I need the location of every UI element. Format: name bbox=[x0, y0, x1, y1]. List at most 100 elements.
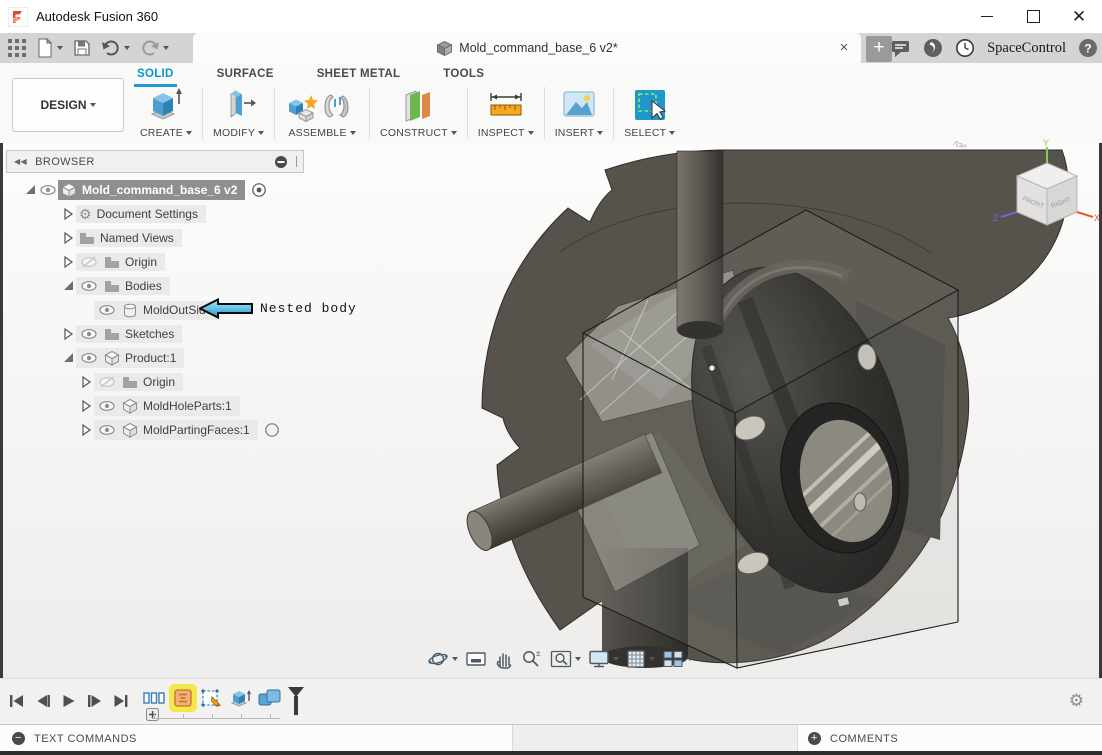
tree-item-label: MoldPartingFaces:1 bbox=[143, 423, 250, 437]
tree-row-moldholeparts-1[interactable]: MoldHoleParts:1 bbox=[6, 394, 304, 418]
circle-icon[interactable] bbox=[264, 422, 280, 438]
eye-icon[interactable] bbox=[79, 351, 99, 365]
tree-expanded-arrow-icon[interactable] bbox=[60, 351, 76, 365]
tree-row-product-1[interactable]: Product:1 bbox=[6, 346, 304, 370]
tree-row-bodies[interactable]: Bodies bbox=[6, 274, 304, 298]
eye-icon[interactable] bbox=[97, 399, 117, 413]
grid-layout-tool[interactable] bbox=[626, 649, 655, 669]
browser-panel-header[interactable]: ◀◀ BROWSER bbox=[6, 150, 304, 173]
svg-text:Y: Y bbox=[1043, 138, 1049, 148]
tree-expanded-arrow-icon[interactable] bbox=[22, 183, 38, 197]
tree-row-moldpartingfaces-1[interactable]: MoldPartingFaces:1 bbox=[6, 418, 304, 442]
pan-icon bbox=[494, 649, 514, 669]
svg-text:Z: Z bbox=[993, 213, 999, 223]
tree-item-label: Mold_command_base_6 v2 bbox=[82, 183, 238, 197]
svg-text:X: X bbox=[1094, 213, 1100, 223]
timeline-playhead-marker[interactable] bbox=[287, 686, 305, 716]
chevron-down-icon[interactable] bbox=[687, 657, 693, 661]
text-commands-label: TEXT COMMANDS bbox=[34, 732, 137, 745]
extrude-feature[interactable] bbox=[229, 686, 253, 710]
eye-off-icon[interactable] bbox=[97, 375, 117, 389]
zoom-icon: ± bbox=[521, 649, 543, 669]
panel-resize-grip[interactable] bbox=[296, 156, 297, 167]
eye-icon[interactable] bbox=[97, 303, 117, 317]
tree-collapsed-arrow-icon[interactable] bbox=[60, 207, 76, 221]
folder-icon bbox=[104, 328, 120, 341]
combine-feature[interactable] bbox=[258, 686, 282, 710]
extrude-feature-icon bbox=[229, 688, 253, 708]
minus-circle-icon[interactable] bbox=[274, 155, 288, 169]
viewports-icon bbox=[662, 649, 684, 669]
tree-row-document-settings[interactable]: ⚙ Document Settings bbox=[6, 202, 304, 226]
eye-off-icon[interactable] bbox=[79, 255, 99, 269]
annotation-text: Nested body bbox=[260, 301, 357, 316]
svg-text:±: ± bbox=[536, 649, 541, 658]
tree-item-label: Product:1 bbox=[125, 351, 177, 365]
nested-body-annotation: Nested body bbox=[199, 298, 357, 319]
component-icon bbox=[122, 398, 138, 414]
chevron-down-icon[interactable] bbox=[575, 657, 581, 661]
combine-feature-icon bbox=[257, 688, 283, 708]
component-icon bbox=[122, 422, 138, 438]
document-icon bbox=[61, 182, 77, 198]
eye-icon[interactable] bbox=[97, 423, 117, 437]
tree-row-origin[interactable]: Origin bbox=[6, 370, 304, 394]
tree-collapsed-arrow-icon[interactable] bbox=[78, 399, 94, 413]
timeline-zoom-button[interactable] bbox=[146, 708, 159, 721]
display-settings-icon bbox=[588, 649, 610, 669]
orbit-icon bbox=[427, 648, 449, 670]
play-button[interactable] bbox=[60, 692, 77, 709]
viewports-tool[interactable] bbox=[662, 649, 693, 669]
tree-item-label: Bodies bbox=[125, 279, 162, 293]
gear-icon[interactable]: ⚙ bbox=[1069, 691, 1084, 711]
tree-row-mold-command-base-6-v2[interactable]: Mold_command_base_6 v2 bbox=[6, 178, 304, 202]
fit-tool[interactable] bbox=[550, 649, 581, 669]
form-feature-highlighted[interactable] bbox=[171, 686, 195, 710]
tree-item-label: Document Settings bbox=[96, 207, 198, 221]
tree-collapsed-arrow-icon[interactable] bbox=[78, 423, 94, 437]
svg-text:TOP: TOP bbox=[950, 141, 968, 151]
skip-start-button[interactable] bbox=[8, 692, 25, 709]
collapse-panel-icon[interactable]: ◀◀ bbox=[14, 157, 27, 166]
eye-icon[interactable] bbox=[79, 279, 99, 293]
step-back-button[interactable] bbox=[34, 692, 51, 709]
gear-icon: ⚙ bbox=[79, 206, 92, 222]
tree-row-named-views[interactable]: Named Views bbox=[6, 226, 304, 250]
timeline-track bbox=[152, 714, 280, 719]
timeline-bar: ⚙ bbox=[0, 678, 1102, 725]
tree-expanded-arrow-icon[interactable] bbox=[60, 279, 76, 293]
look-at-icon bbox=[465, 649, 487, 669]
tree-item-label: Origin bbox=[125, 255, 158, 269]
chevron-down-icon[interactable] bbox=[613, 657, 619, 661]
tree-collapsed-arrow-icon[interactable] bbox=[60, 255, 76, 269]
comments-toggle[interactable]: + COMMENTS bbox=[797, 725, 1102, 752]
tree-collapsed-arrow-icon[interactable] bbox=[60, 231, 76, 245]
sketch-feature-icon bbox=[201, 688, 223, 708]
pan-tool[interactable] bbox=[494, 649, 514, 669]
timeline-features bbox=[142, 686, 305, 716]
eye-icon[interactable] bbox=[38, 183, 58, 197]
folder-icon bbox=[122, 376, 138, 389]
sketch-feature[interactable] bbox=[200, 686, 224, 710]
zoom-tool[interactable]: ± bbox=[521, 649, 543, 669]
component-group[interactable] bbox=[142, 686, 166, 710]
tree-row-sketches[interactable]: Sketches bbox=[6, 322, 304, 346]
plus-badge-icon: + bbox=[808, 732, 821, 745]
chevron-down-icon[interactable] bbox=[649, 657, 655, 661]
tree-row-origin[interactable]: Origin bbox=[6, 250, 304, 274]
radio-icon[interactable] bbox=[251, 182, 267, 198]
folder-icon bbox=[104, 256, 120, 269]
display-settings-tool[interactable] bbox=[588, 649, 619, 669]
component-group-icon bbox=[143, 689, 165, 707]
tree-collapsed-arrow-icon[interactable] bbox=[78, 375, 94, 389]
skip-end-button[interactable] bbox=[112, 692, 129, 709]
orbit-tool[interactable] bbox=[427, 648, 458, 670]
form-feature-icon bbox=[173, 688, 193, 708]
chevron-down-icon[interactable] bbox=[452, 657, 458, 661]
eye-icon[interactable] bbox=[79, 327, 99, 341]
grid-layout-icon bbox=[626, 649, 646, 669]
look-at-tool[interactable] bbox=[465, 649, 487, 669]
tree-collapsed-arrow-icon[interactable] bbox=[60, 327, 76, 341]
text-commands-toggle[interactable]: − TEXT COMMANDS bbox=[0, 725, 513, 752]
step-forward-button[interactable] bbox=[86, 692, 103, 709]
